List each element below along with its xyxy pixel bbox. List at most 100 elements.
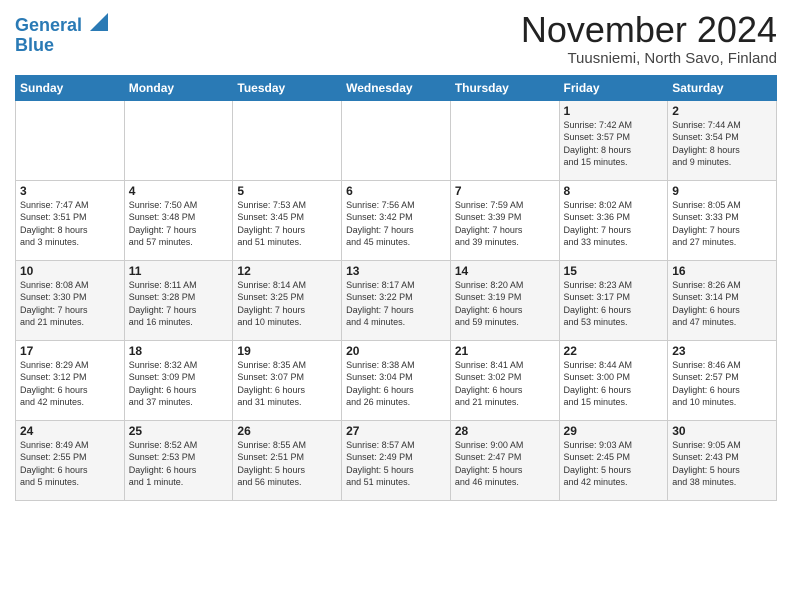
calendar-cell: 23Sunrise: 8:46 AMSunset: 2:57 PMDayligh… (668, 340, 777, 420)
calendar-cell: 15Sunrise: 8:23 AMSunset: 3:17 PMDayligh… (559, 260, 668, 340)
calendar-cell (450, 100, 559, 180)
header-friday: Friday (559, 75, 668, 100)
day-number: 18 (129, 344, 229, 358)
day-number: 8 (564, 184, 664, 198)
day-info: Sunrise: 8:23 AMSunset: 3:17 PMDaylight:… (564, 279, 664, 329)
day-number: 7 (455, 184, 555, 198)
day-info: Sunrise: 8:11 AMSunset: 3:28 PMDaylight:… (129, 279, 229, 329)
calendar-week-row: 17Sunrise: 8:29 AMSunset: 3:12 PMDayligh… (16, 340, 777, 420)
calendar-cell: 24Sunrise: 8:49 AMSunset: 2:55 PMDayligh… (16, 420, 125, 500)
calendar-cell: 6Sunrise: 7:56 AMSunset: 3:42 PMDaylight… (342, 180, 451, 260)
calendar-cell: 19Sunrise: 8:35 AMSunset: 3:07 PMDayligh… (233, 340, 342, 420)
day-number: 29 (564, 424, 664, 438)
logo-blue-text: Blue (15, 36, 54, 56)
day-info: Sunrise: 8:38 AMSunset: 3:04 PMDaylight:… (346, 359, 446, 409)
day-number: 13 (346, 264, 446, 278)
calendar-cell: 1Sunrise: 7:42 AMSunset: 3:57 PMDaylight… (559, 100, 668, 180)
day-info: Sunrise: 8:35 AMSunset: 3:07 PMDaylight:… (237, 359, 337, 409)
header-wednesday: Wednesday (342, 75, 451, 100)
day-info: Sunrise: 8:52 AMSunset: 2:53 PMDaylight:… (129, 439, 229, 489)
day-number: 25 (129, 424, 229, 438)
calendar-cell: 3Sunrise: 7:47 AMSunset: 3:51 PMDaylight… (16, 180, 125, 260)
calendar-cell (124, 100, 233, 180)
title-block: November 2024 Tuusniemi, North Savo, Fin… (521, 10, 777, 67)
calendar-cell: 18Sunrise: 8:32 AMSunset: 3:09 PMDayligh… (124, 340, 233, 420)
calendar-cell: 9Sunrise: 8:05 AMSunset: 3:33 PMDaylight… (668, 180, 777, 260)
calendar-week-row: 24Sunrise: 8:49 AMSunset: 2:55 PMDayligh… (16, 420, 777, 500)
day-info: Sunrise: 8:32 AMSunset: 3:09 PMDaylight:… (129, 359, 229, 409)
day-number: 14 (455, 264, 555, 278)
day-info: Sunrise: 7:56 AMSunset: 3:42 PMDaylight:… (346, 199, 446, 249)
day-info: Sunrise: 8:55 AMSunset: 2:51 PMDaylight:… (237, 439, 337, 489)
day-number: 5 (237, 184, 337, 198)
calendar-cell: 22Sunrise: 8:44 AMSunset: 3:00 PMDayligh… (559, 340, 668, 420)
calendar-week-row: 3Sunrise: 7:47 AMSunset: 3:51 PMDaylight… (16, 180, 777, 260)
day-number: 22 (564, 344, 664, 358)
day-number: 3 (20, 184, 120, 198)
day-number: 4 (129, 184, 229, 198)
header-saturday: Saturday (668, 75, 777, 100)
day-number: 24 (20, 424, 120, 438)
calendar-cell: 5Sunrise: 7:53 AMSunset: 3:45 PMDaylight… (233, 180, 342, 260)
day-info: Sunrise: 7:50 AMSunset: 3:48 PMDaylight:… (129, 199, 229, 249)
calendar-cell: 14Sunrise: 8:20 AMSunset: 3:19 PMDayligh… (450, 260, 559, 340)
day-info: Sunrise: 9:00 AMSunset: 2:47 PMDaylight:… (455, 439, 555, 489)
day-info: Sunrise: 7:53 AMSunset: 3:45 PMDaylight:… (237, 199, 337, 249)
calendar-cell: 27Sunrise: 8:57 AMSunset: 2:49 PMDayligh… (342, 420, 451, 500)
day-info: Sunrise: 8:26 AMSunset: 3:14 PMDaylight:… (672, 279, 772, 329)
day-number: 17 (20, 344, 120, 358)
day-info: Sunrise: 9:05 AMSunset: 2:43 PMDaylight:… (672, 439, 772, 489)
calendar-cell (16, 100, 125, 180)
header-tuesday: Tuesday (233, 75, 342, 100)
day-number: 30 (672, 424, 772, 438)
day-info: Sunrise: 8:41 AMSunset: 3:02 PMDaylight:… (455, 359, 555, 409)
day-number: 1 (564, 104, 664, 118)
header-thursday: Thursday (450, 75, 559, 100)
calendar-week-row: 10Sunrise: 8:08 AMSunset: 3:30 PMDayligh… (16, 260, 777, 340)
calendar-cell (342, 100, 451, 180)
header-sunday: Sunday (16, 75, 125, 100)
calendar-week-row: 1Sunrise: 7:42 AMSunset: 3:57 PMDaylight… (16, 100, 777, 180)
day-number: 20 (346, 344, 446, 358)
day-number: 28 (455, 424, 555, 438)
day-info: Sunrise: 8:05 AMSunset: 3:33 PMDaylight:… (672, 199, 772, 249)
calendar-cell: 13Sunrise: 8:17 AMSunset: 3:22 PMDayligh… (342, 260, 451, 340)
day-number: 11 (129, 264, 229, 278)
day-info: Sunrise: 8:02 AMSunset: 3:36 PMDaylight:… (564, 199, 664, 249)
calendar-cell: 16Sunrise: 8:26 AMSunset: 3:14 PMDayligh… (668, 260, 777, 340)
calendar-cell: 26Sunrise: 8:55 AMSunset: 2:51 PMDayligh… (233, 420, 342, 500)
calendar-cell: 7Sunrise: 7:59 AMSunset: 3:39 PMDaylight… (450, 180, 559, 260)
day-number: 26 (237, 424, 337, 438)
calendar-cell: 21Sunrise: 8:41 AMSunset: 3:02 PMDayligh… (450, 340, 559, 420)
calendar-cell: 30Sunrise: 9:05 AMSunset: 2:43 PMDayligh… (668, 420, 777, 500)
day-info: Sunrise: 7:44 AMSunset: 3:54 PMDaylight:… (672, 119, 772, 169)
day-number: 2 (672, 104, 772, 118)
day-number: 23 (672, 344, 772, 358)
main-title: November 2024 (521, 10, 777, 50)
calendar-cell: 4Sunrise: 7:50 AMSunset: 3:48 PMDaylight… (124, 180, 233, 260)
header-monday: Monday (124, 75, 233, 100)
day-info: Sunrise: 8:46 AMSunset: 2:57 PMDaylight:… (672, 359, 772, 409)
calendar-cell (233, 100, 342, 180)
day-number: 19 (237, 344, 337, 358)
calendar-table: Sunday Monday Tuesday Wednesday Thursday… (15, 75, 777, 501)
calendar-cell: 28Sunrise: 9:00 AMSunset: 2:47 PMDayligh… (450, 420, 559, 500)
day-info: Sunrise: 7:59 AMSunset: 3:39 PMDaylight:… (455, 199, 555, 249)
day-number: 27 (346, 424, 446, 438)
day-number: 9 (672, 184, 772, 198)
day-info: Sunrise: 7:42 AMSunset: 3:57 PMDaylight:… (564, 119, 664, 169)
day-info: Sunrise: 7:47 AMSunset: 3:51 PMDaylight:… (20, 199, 120, 249)
day-number: 16 (672, 264, 772, 278)
calendar-cell: 20Sunrise: 8:38 AMSunset: 3:04 PMDayligh… (342, 340, 451, 420)
subtitle: Tuusniemi, North Savo, Finland (521, 50, 777, 67)
day-info: Sunrise: 8:14 AMSunset: 3:25 PMDaylight:… (237, 279, 337, 329)
day-number: 15 (564, 264, 664, 278)
day-info: Sunrise: 8:29 AMSunset: 3:12 PMDaylight:… (20, 359, 120, 409)
day-info: Sunrise: 8:08 AMSunset: 3:30 PMDaylight:… (20, 279, 120, 329)
calendar-cell: 25Sunrise: 8:52 AMSunset: 2:53 PMDayligh… (124, 420, 233, 500)
day-info: Sunrise: 8:49 AMSunset: 2:55 PMDaylight:… (20, 439, 120, 489)
calendar-cell: 11Sunrise: 8:11 AMSunset: 3:28 PMDayligh… (124, 260, 233, 340)
calendar-cell: 12Sunrise: 8:14 AMSunset: 3:25 PMDayligh… (233, 260, 342, 340)
day-info: Sunrise: 9:03 AMSunset: 2:45 PMDaylight:… (564, 439, 664, 489)
calendar-cell: 17Sunrise: 8:29 AMSunset: 3:12 PMDayligh… (16, 340, 125, 420)
